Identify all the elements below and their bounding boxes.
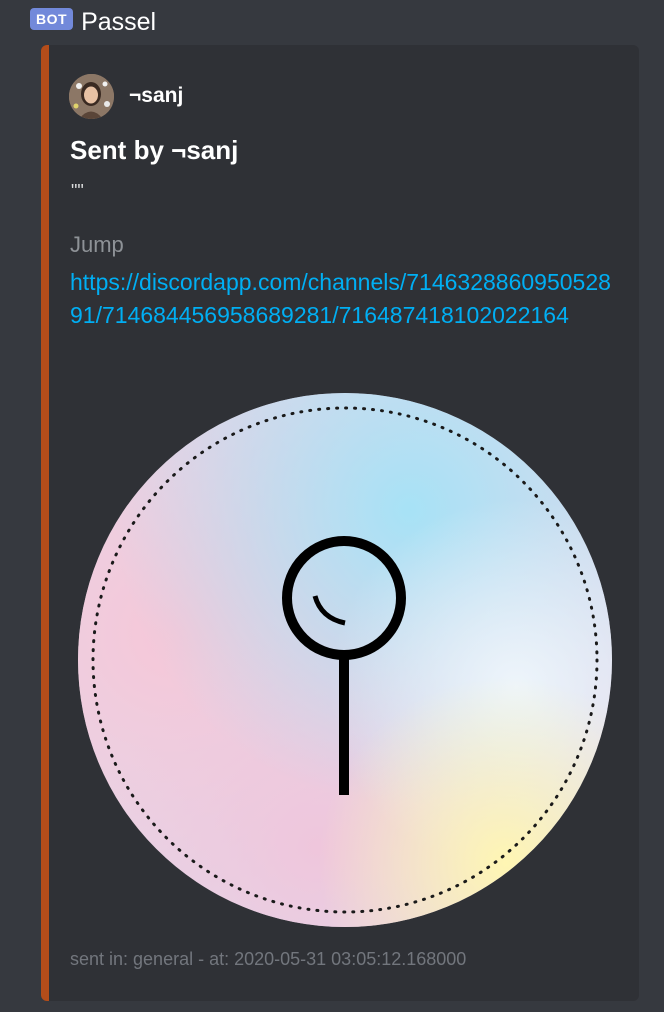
embed-author-name[interactable]: ¬sanj xyxy=(129,84,183,108)
jump-link[interactable]: https://discordapp.com/channels/71463288… xyxy=(70,266,615,332)
message-header: BOT Passel xyxy=(30,6,156,38)
embed-image[interactable] xyxy=(77,392,613,928)
embed-title: Sent by ¬sanj xyxy=(70,135,239,165)
embed-author: ¬sanj xyxy=(69,73,183,119)
message-embed: ¬sanj Sent by ¬sanj "" Jump https://disc… xyxy=(41,45,639,1001)
user-avatar[interactable] xyxy=(69,73,114,119)
avatar-icon xyxy=(69,73,114,119)
embed-footer: sent in: general - at: 2020-05-31 03:05:… xyxy=(70,949,467,969)
embed-field-name: Jump xyxy=(70,232,124,257)
embed-description: "" xyxy=(71,181,84,201)
chat-message: BOT Passel ¬sanj Sent by ¬sanj "" Jump h… xyxy=(0,0,664,1012)
bot-tag: BOT xyxy=(30,8,74,30)
lollipop-logo-icon xyxy=(78,393,612,927)
embed-accent-bar xyxy=(41,45,49,1001)
bot-username[interactable]: Passel xyxy=(81,8,156,37)
